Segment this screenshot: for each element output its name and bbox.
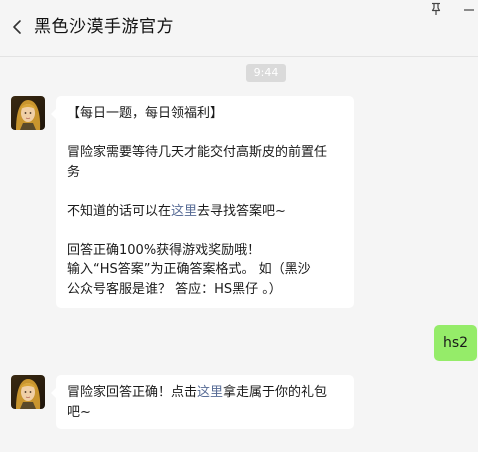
chevron-left-icon xyxy=(13,20,21,34)
hint-link[interactable]: 这里 xyxy=(171,204,197,219)
bubble-tail xyxy=(51,388,56,398)
hint-suffix: 去寻找答案吧~ xyxy=(197,203,286,219)
format-line-1: 输入“HS答案”为正确答案格式。 如（黑沙 xyxy=(67,262,311,277)
success-suffix: 拿走属于你的礼包 xyxy=(223,385,328,400)
gift-link[interactable]: 这里 xyxy=(197,385,223,400)
outgoing-message-bubble: hs2 xyxy=(434,325,477,361)
success-prefix: 冒险家回答正确！点击 xyxy=(67,385,198,400)
chat-header: 黑色沙漠手游官方 xyxy=(0,0,478,57)
success-line-2: 吧~ xyxy=(67,404,91,420)
success-line-1: 冒险家回答正确！点击这里拿走属于你的礼包 xyxy=(67,383,342,403)
hint-prefix: 不知道的话可以在 xyxy=(67,203,172,219)
avatar[interactable] xyxy=(11,96,45,130)
minimize-button[interactable] xyxy=(461,1,477,17)
minimize-icon xyxy=(464,9,474,11)
reward-line: 回答正确100%获得游戏奖励哦！ xyxy=(67,242,261,258)
bubble-tail xyxy=(51,109,56,119)
avatar-image xyxy=(11,375,45,409)
pin-button[interactable] xyxy=(428,1,444,17)
question-line-2: 务 xyxy=(67,164,81,180)
avatar-image xyxy=(11,96,45,130)
incoming-message-bubble: 冒险家回答正确！点击这里拿走属于你的礼包 吧~ xyxy=(51,375,354,429)
chat-title: 黑色沙漠手游官方 xyxy=(34,17,174,37)
back-button[interactable] xyxy=(9,14,27,40)
message-timestamp: 9:44 xyxy=(246,64,286,82)
incoming-message-bubble: 【每日一题，每日领福利】 冒险家需要等待几天才能交付高斯皮的前置任 务 不知道的… xyxy=(51,96,354,308)
hint-line: 不知道的话可以在这里去寻找答案吧~ xyxy=(67,202,342,222)
format-line-2: 公众号客服是谁？ 答应：HS黑仔 。） xyxy=(67,281,282,297)
pin-icon xyxy=(431,2,441,15)
message-heading: 【每日一题，每日领福利】 xyxy=(67,106,224,121)
avatar[interactable] xyxy=(11,375,45,409)
question-line-1: 冒险家需要等待几天才能交付高斯皮的前置任 xyxy=(67,145,328,160)
